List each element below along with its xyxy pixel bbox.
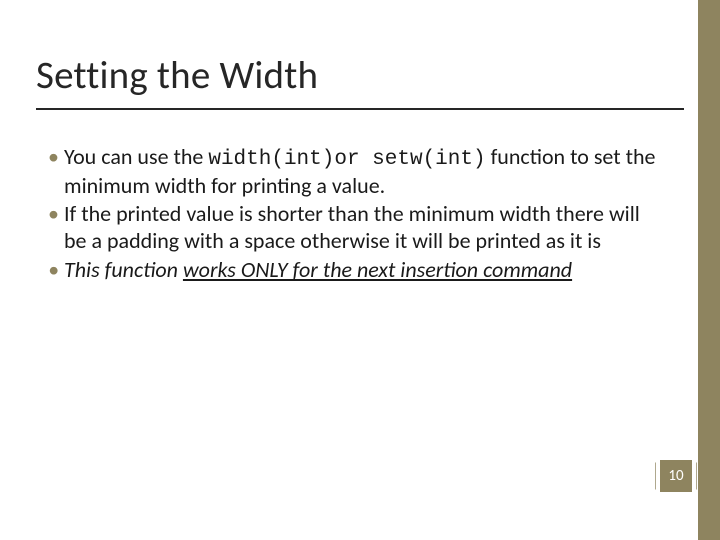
page-number-badge: 10: [660, 460, 692, 492]
title-underline: [36, 108, 684, 110]
page-number: 10: [668, 467, 683, 485]
bullet-item: If the printed value is shorter than the…: [48, 201, 658, 255]
bullet-text: If the printed value is shorter than the…: [64, 200, 640, 254]
slide: Setting the Width You can use the width(…: [0, 0, 720, 540]
bullet-text-underlined: works ONLY for the next insertion comman…: [183, 256, 572, 283]
slide-body: You can use the width(int)or setw(int) f…: [48, 144, 658, 286]
decorative-right-bar: [698, 0, 720, 540]
slide-title: Setting the Width: [36, 52, 318, 99]
bullet-text: You can use the: [64, 143, 208, 170]
bullet-item: You can use the width(int)or setw(int) f…: [48, 144, 658, 199]
bullet-text: This function: [64, 256, 183, 283]
bullet-item: This function works ONLY for the next in…: [48, 257, 658, 284]
code-span: width(int)or setw(int): [208, 148, 485, 171]
